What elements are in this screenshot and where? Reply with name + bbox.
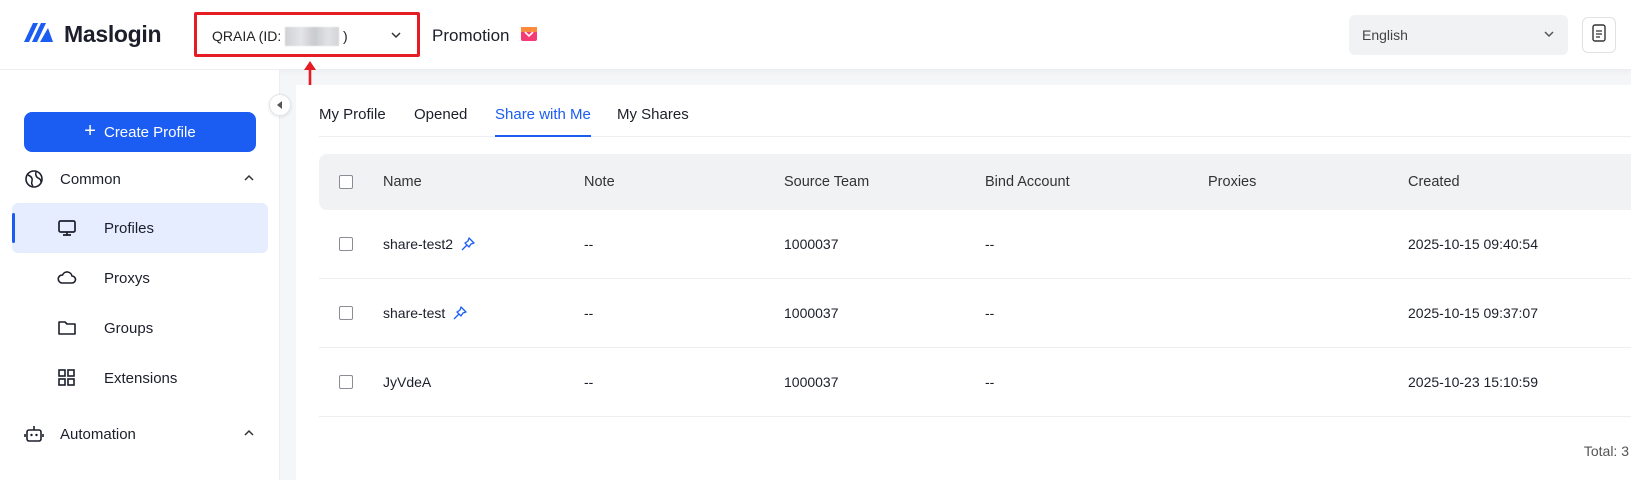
plus-icon: + [84, 120, 96, 142]
team-select-label: QRAIA (ID: [212, 28, 282, 44]
sidebar-item-label: Proxys [104, 269, 150, 287]
language-select-value: English [1362, 27, 1408, 43]
column-header-source-team[interactable]: Source Team [784, 154, 869, 210]
document-icon [1591, 23, 1607, 47]
profile-note: -- [584, 305, 594, 321]
sidebar-item-extensions[interactable]: Extensions [12, 353, 268, 403]
tab-my-profile[interactable]: My Profile [319, 106, 386, 137]
create-profile-label: Create Profile [103, 123, 196, 141]
profile-name[interactable]: JyVdeA [383, 374, 431, 390]
top-header: Maslogin QRAIA (ID: ) Promotion English [0, 0, 1631, 70]
column-header-note[interactable]: Note [584, 154, 615, 210]
team-select-suffix: ) [343, 28, 348, 44]
language-select[interactable]: English [1349, 15, 1568, 55]
table-header: Name Note Source Team Bind Account Proxi… [319, 154, 1631, 210]
column-header-proxies[interactable]: Proxies [1208, 154, 1256, 210]
profile-created: 2025-10-15 09:40:54 [1408, 236, 1538, 252]
table-row[interactable]: JyVdeA -- 1000037 -- 2025-10-23 15:10:59 [319, 348, 1631, 417]
promotion-label: Promotion [432, 25, 510, 45]
column-header-name[interactable]: Name [383, 154, 422, 210]
sidebar-item-profiles[interactable]: Profiles [12, 203, 268, 253]
select-all-checkbox[interactable] [339, 175, 353, 189]
tab-opened[interactable]: Opened [414, 106, 467, 137]
team-select[interactable]: QRAIA (ID: ) [194, 12, 420, 57]
globe-icon [24, 169, 44, 189]
sidebar-group-common[interactable]: Common [24, 167, 256, 191]
profile-bind-account: -- [985, 305, 995, 321]
logo[interactable]: Maslogin [24, 20, 162, 49]
maslogin-logo-icon [24, 20, 56, 49]
profile-name[interactable]: share-test [383, 305, 445, 321]
row-checkbox[interactable] [339, 306, 353, 320]
chevron-up-icon [242, 171, 256, 189]
column-header-created[interactable]: Created [1408, 154, 1460, 210]
sidebar-group-label: Automation [60, 425, 136, 443]
table-row[interactable]: share-test2 -- 1000037 -- 2025-10-15 09:… [319, 210, 1631, 279]
document-button[interactable] [1582, 17, 1616, 53]
profile-source-team: 1000037 [784, 374, 839, 390]
pin-icon[interactable] [461, 237, 475, 251]
profile-source-team: 1000037 [784, 305, 839, 321]
sidebar-item-proxys[interactable]: Proxys [12, 253, 268, 303]
profile-note: -- [584, 236, 594, 252]
sidebar: + Create Profile Common Profiles Proxys … [0, 70, 280, 480]
profile-bind-account: -- [985, 236, 995, 252]
profile-bind-account: -- [985, 374, 995, 390]
monitor-icon [57, 218, 77, 238]
chevron-down-icon [1542, 27, 1556, 46]
chevron-down-icon [389, 28, 403, 47]
profile-tabs: My Profile Opened Share with Me My Share… [319, 85, 1631, 137]
sidebar-item-label: Profiles [104, 219, 155, 237]
sidebar-item-label: Extensions [104, 369, 178, 387]
column-header-bind-account[interactable]: Bind Account [985, 154, 1070, 210]
profile-created: 2025-10-23 15:10:59 [1408, 374, 1538, 390]
pin-icon[interactable] [453, 306, 467, 320]
redacted-team-id [285, 27, 339, 46]
sidebar-item-groups[interactable]: Groups [12, 303, 268, 353]
sidebar-group-automation[interactable]: Automation [24, 422, 256, 446]
main-content: My Profile Opened Share with Me My Share… [296, 85, 1631, 480]
profile-name[interactable]: share-test2 [383, 236, 453, 252]
grid-icon [57, 368, 77, 388]
tab-share-with-me[interactable]: Share with Me [495, 106, 591, 137]
sidebar-collapse-button[interactable] [269, 94, 291, 116]
cloud-icon [57, 268, 77, 288]
profile-created: 2025-10-15 09:37:07 [1408, 305, 1538, 321]
profile-note: -- [584, 374, 594, 390]
gift-icon [521, 24, 538, 47]
promotion-link[interactable]: Promotion [432, 24, 538, 47]
sidebar-group-label: Common [60, 170, 121, 188]
shared-profiles-table: Name Note Source Team Bind Account Proxi… [319, 154, 1631, 417]
row-checkbox[interactable] [339, 237, 353, 251]
logo-text: Maslogin [64, 21, 162, 47]
robot-icon [24, 424, 44, 444]
chevron-up-icon [242, 426, 256, 444]
caret-left-icon [276, 96, 284, 114]
create-profile-button[interactable]: + Create Profile [24, 112, 256, 152]
table-row[interactable]: share-test -- 1000037 -- 2025-10-15 09:3… [319, 279, 1631, 348]
profile-source-team: 1000037 [784, 236, 839, 252]
row-checkbox[interactable] [339, 375, 353, 389]
folder-icon [57, 318, 77, 338]
table-total: Total: 3 [1583, 443, 1629, 459]
tab-my-shares[interactable]: My Shares [617, 106, 689, 137]
sidebar-item-label: Groups [104, 319, 154, 337]
